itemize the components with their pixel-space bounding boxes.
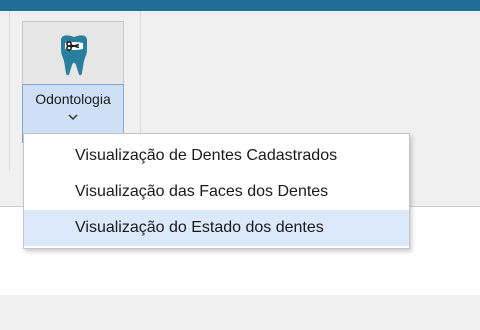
menu-item-dentes-cadastrados[interactable]: Visualização de Dentes Cadastrados	[24, 138, 409, 174]
odontologia-dropdown-menu: Visualização de Dentes Cadastrados Visua…	[23, 133, 410, 249]
menu-item-label: Visualização do Estado dos dentes	[75, 219, 324, 236]
title-bar	[0, 0, 480, 11]
menu-item-label: Visualização de Dentes Cadastrados	[75, 147, 338, 164]
menu-item-estado-dos-dentes[interactable]: Visualização do Estado dos dentes	[24, 210, 409, 246]
bottom-panel	[0, 295, 480, 330]
menu-item-faces-dos-dentes[interactable]: Visualização das Faces dos Dentes	[24, 174, 409, 210]
menu-item-label: Visualização das Faces dos Dentes	[75, 183, 329, 200]
odontologia-button[interactable]: Odontologia	[22, 21, 124, 143]
ribbon-separator	[9, 11, 10, 170]
tooth-icon	[54, 33, 94, 77]
app-window: Odontologia Visualização de Dentes Cadas…	[0, 0, 480, 330]
odontologia-label: Odontologia	[35, 91, 111, 107]
chevron-down-icon	[68, 114, 78, 121]
